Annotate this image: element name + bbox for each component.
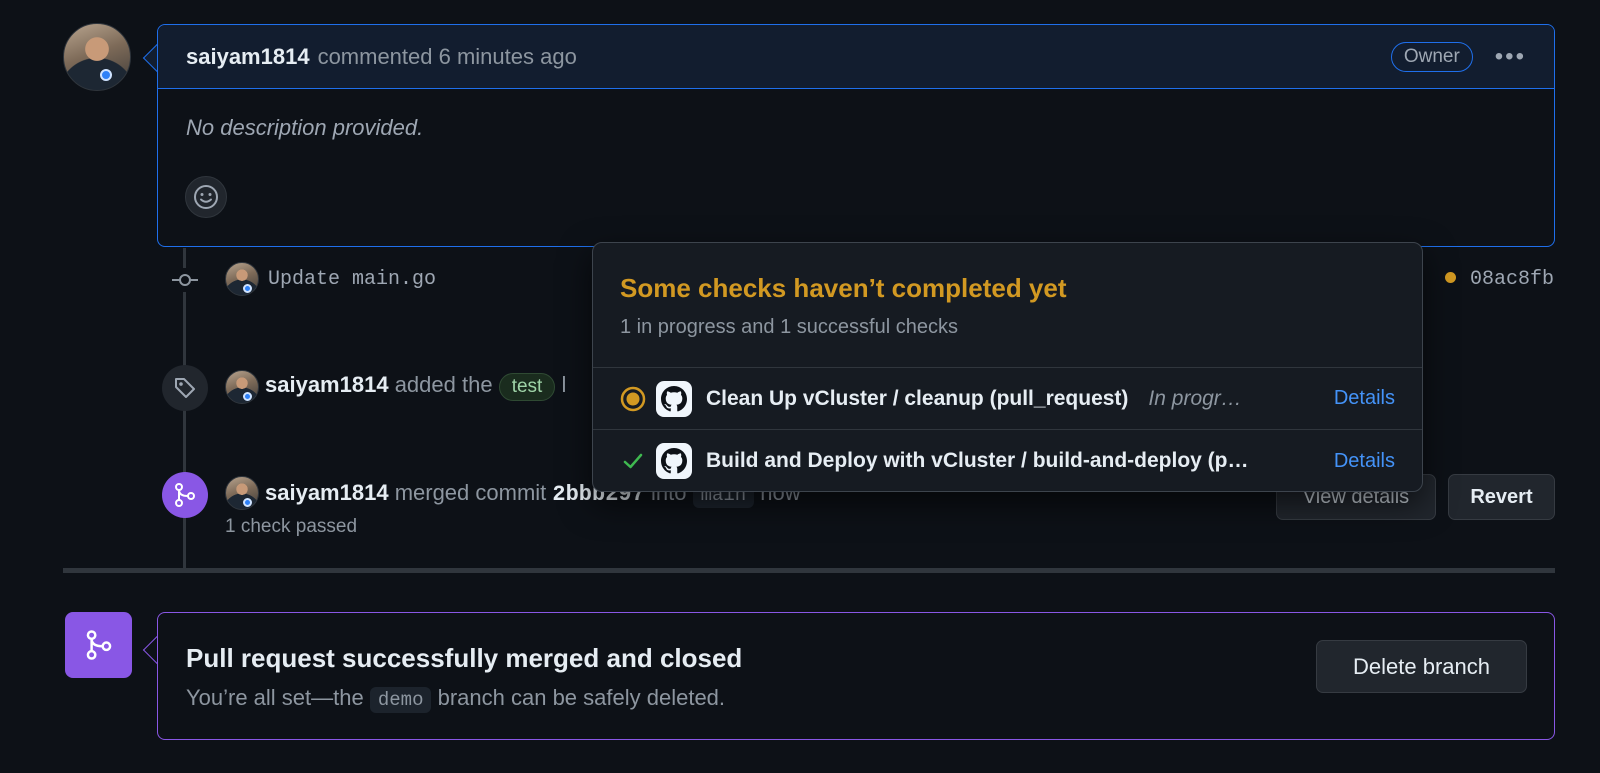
- label-test-badge[interactable]: test: [498, 373, 556, 401]
- merge-icon: [86, 630, 111, 660]
- check-name: Clean Up vCluster / cleanup (pull_reques…: [706, 386, 1129, 410]
- revert-button[interactable]: Revert: [1448, 474, 1555, 520]
- commit-author-avatar[interactable]: [225, 262, 259, 296]
- check-details-link[interactable]: Details: [1334, 387, 1395, 410]
- merged-branch-chip[interactable]: demo: [369, 687, 432, 713]
- commit-icon: [170, 268, 200, 292]
- label-event-trailing: l: [561, 372, 567, 397]
- label-event-author[interactable]: saiyam1814: [265, 372, 389, 397]
- check-details-link[interactable]: Details: [1334, 450, 1395, 473]
- merged-panel-text: You’re all set—the demo branch can be sa…: [186, 685, 725, 713]
- commit-sha-link[interactable]: 08ac8fb: [1470, 268, 1554, 291]
- checks-popover-subtitle: 1 in progress and 1 successful checks: [620, 316, 958, 338]
- comment-body: No description provided.: [186, 115, 424, 140]
- add-reaction-button[interactable]: [185, 176, 227, 218]
- merged-text-after: branch can be safely deleted.: [437, 685, 726, 710]
- comment-box: saiyam1814 commented 6 minutes ago Owner…: [157, 24, 1555, 247]
- github-actions-icon: [656, 380, 692, 417]
- check-row[interactable]: Build and Deploy with vCluster / build-a…: [593, 430, 1422, 491]
- in-progress-icon: [620, 386, 646, 411]
- comment-options-icon[interactable]: •••: [1495, 43, 1526, 71]
- merge-event-author[interactable]: saiyam1814: [265, 480, 389, 505]
- commit-status-dot[interactable]: [1445, 272, 1456, 283]
- smiley-icon: [194, 185, 218, 209]
- check-row[interactable]: Clean Up vCluster / cleanup (pull_reques…: [593, 368, 1422, 430]
- github-actions-icon: [656, 443, 692, 479]
- label-event-badge: [162, 365, 208, 411]
- commit-message-link[interactable]: Update main.go: [268, 268, 436, 291]
- comment-action-text[interactable]: commented 6 minutes ago: [318, 44, 577, 70]
- check-icon: [623, 453, 643, 469]
- merge-checks-summary: 1 check passed: [225, 516, 358, 537]
- merge-event-action: merged commit: [394, 480, 547, 505]
- merged-status-icon: [65, 612, 132, 678]
- checks-popover: Some checks haven’t completed yet 1 in p…: [592, 242, 1423, 492]
- checks-popover-title: Some checks haven’t completed yet: [620, 273, 1067, 303]
- label-event-action: added the: [394, 372, 493, 397]
- comment-author-link[interactable]: saiyam1814: [186, 44, 310, 70]
- timeline-divider: [63, 568, 1555, 573]
- merged-panel: Pull request successfully merged and clo…: [157, 612, 1555, 740]
- check-name: Build and Deploy with vCluster / build-a…: [706, 449, 1261, 472]
- tag-icon: [175, 378, 195, 398]
- merge-event-badge: [162, 472, 208, 518]
- merge-icon: [175, 483, 195, 507]
- label-event-text: saiyam1814 added the test l: [265, 372, 566, 401]
- merged-text-before: You’re all set—the: [186, 685, 364, 710]
- merge-event-avatar[interactable]: [225, 476, 259, 510]
- checks-popover-header: Some checks haven’t completed yet 1 in p…: [593, 243, 1422, 368]
- label-event-avatar[interactable]: [225, 370, 259, 404]
- check-status: In progress: [1148, 386, 1249, 410]
- merged-panel-title: Pull request successfully merged and clo…: [186, 643, 743, 673]
- owner-badge: Owner: [1390, 41, 1473, 72]
- comment-author-avatar[interactable]: [63, 23, 131, 91]
- comment-header: saiyam1814 commented 6 minutes ago Owner…: [158, 25, 1554, 89]
- delete-branch-button[interactable]: Delete branch: [1316, 640, 1527, 693]
